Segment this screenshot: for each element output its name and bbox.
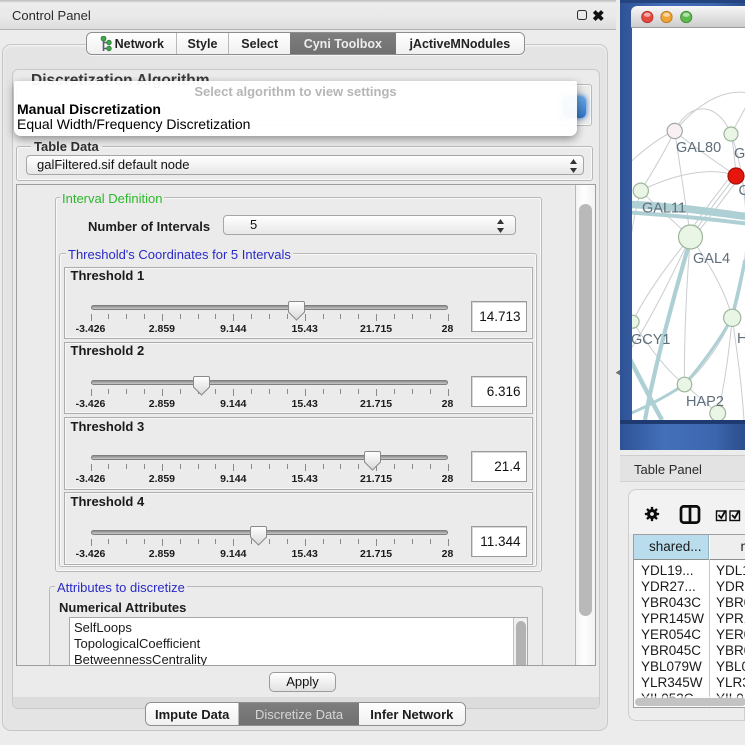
svg-text:GAL4: GAL4 bbox=[693, 251, 730, 267]
svg-text:H: H bbox=[737, 331, 745, 347]
svg-text:GAL11: GAL11 bbox=[642, 201, 686, 217]
svg-text:GA: GA bbox=[734, 146, 745, 162]
svg-text:GAL80: GAL80 bbox=[676, 140, 721, 156]
svg-text:GCY1: GCY1 bbox=[632, 332, 671, 348]
svg-text:C: C bbox=[739, 183, 745, 199]
svg-text:HAP2: HAP2 bbox=[686, 394, 724, 410]
